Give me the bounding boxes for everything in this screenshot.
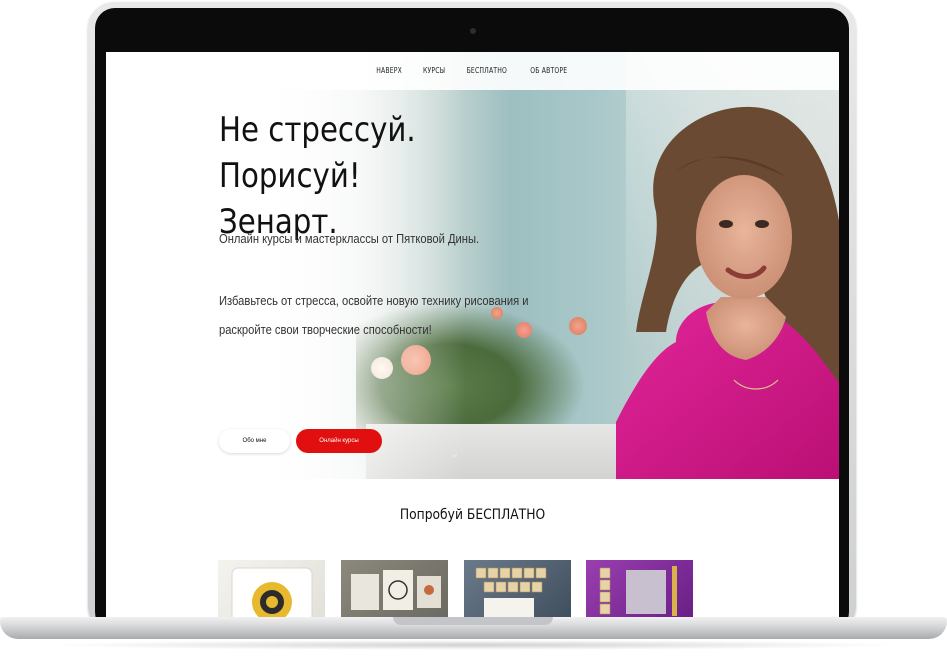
hero-section: НАВЕРХ КУРСЫ БЕСПЛАТНО ОБ АВТОРЕ Не стре… (106, 52, 839, 479)
nav-item-about-author[interactable]: ОБ АВТОРЕ (531, 66, 568, 75)
nav-item-courses[interactable]: КУРСЫ (423, 66, 445, 75)
laptop-shadow (40, 640, 907, 650)
online-courses-button[interactable]: Онлайн курсы (296, 429, 382, 453)
rose-flower (569, 317, 587, 335)
free-section-title: Попробуй БЕСПЛАТНО (399, 507, 546, 523)
chevron-down-icon[interactable]: ⌄ (450, 447, 460, 460)
book-tiles-image (599, 566, 677, 616)
course-thumbnail[interactable] (586, 560, 693, 618)
camera-dot (470, 28, 476, 34)
laptop-notch (393, 617, 553, 625)
mandala-image (231, 567, 313, 618)
website-screen: НАВЕРХ КУРСЫ БЕСПЛАТНО ОБ АВТОРЕ Не стре… (106, 52, 839, 618)
hero-description-line: Избавьтесь от стресса, освойте новую тех… (219, 293, 529, 308)
hero-subtitle: Онлайн курсы и мастерклассы от Пятковой … (219, 231, 480, 246)
top-navbar: НАВЕРХ КУРСЫ БЕСПЛАТНО ОБ АВТОРЕ (106, 52, 839, 90)
hero-description: Избавьтесь от стресса, освойте новую тех… (219, 286, 529, 344)
nav-item-free[interactable]: БЕСПЛАТНО (467, 66, 507, 75)
main-nav: НАВЕРХ КУРСЫ БЕСПЛАТНО ОБ АВТОРЕ (106, 66, 839, 75)
course-thumbnail[interactable] (341, 560, 448, 618)
nav-item-top[interactable]: НАВЕРХ (376, 66, 402, 75)
letter-tiles-image (475, 567, 547, 618)
author-photo (616, 106, 839, 479)
course-thumbnail[interactable] (464, 560, 571, 618)
laptop-mockup: НАВЕРХ КУРСЫ БЕСПЛАТНО ОБ АВТОРЕ Не стре… (0, 0, 947, 658)
hero-title-line: Не стрессуй. Порисуй! (219, 110, 416, 196)
hero-description-line: раскройте свои творческие способности! (219, 322, 432, 337)
zentangle-cards-image (351, 570, 441, 610)
hero-title: Не стрессуй. Порисуй! Зенарт. (219, 107, 494, 245)
course-thumbnail[interactable] (218, 560, 325, 618)
about-me-button[interactable]: Обо мне (219, 429, 290, 453)
